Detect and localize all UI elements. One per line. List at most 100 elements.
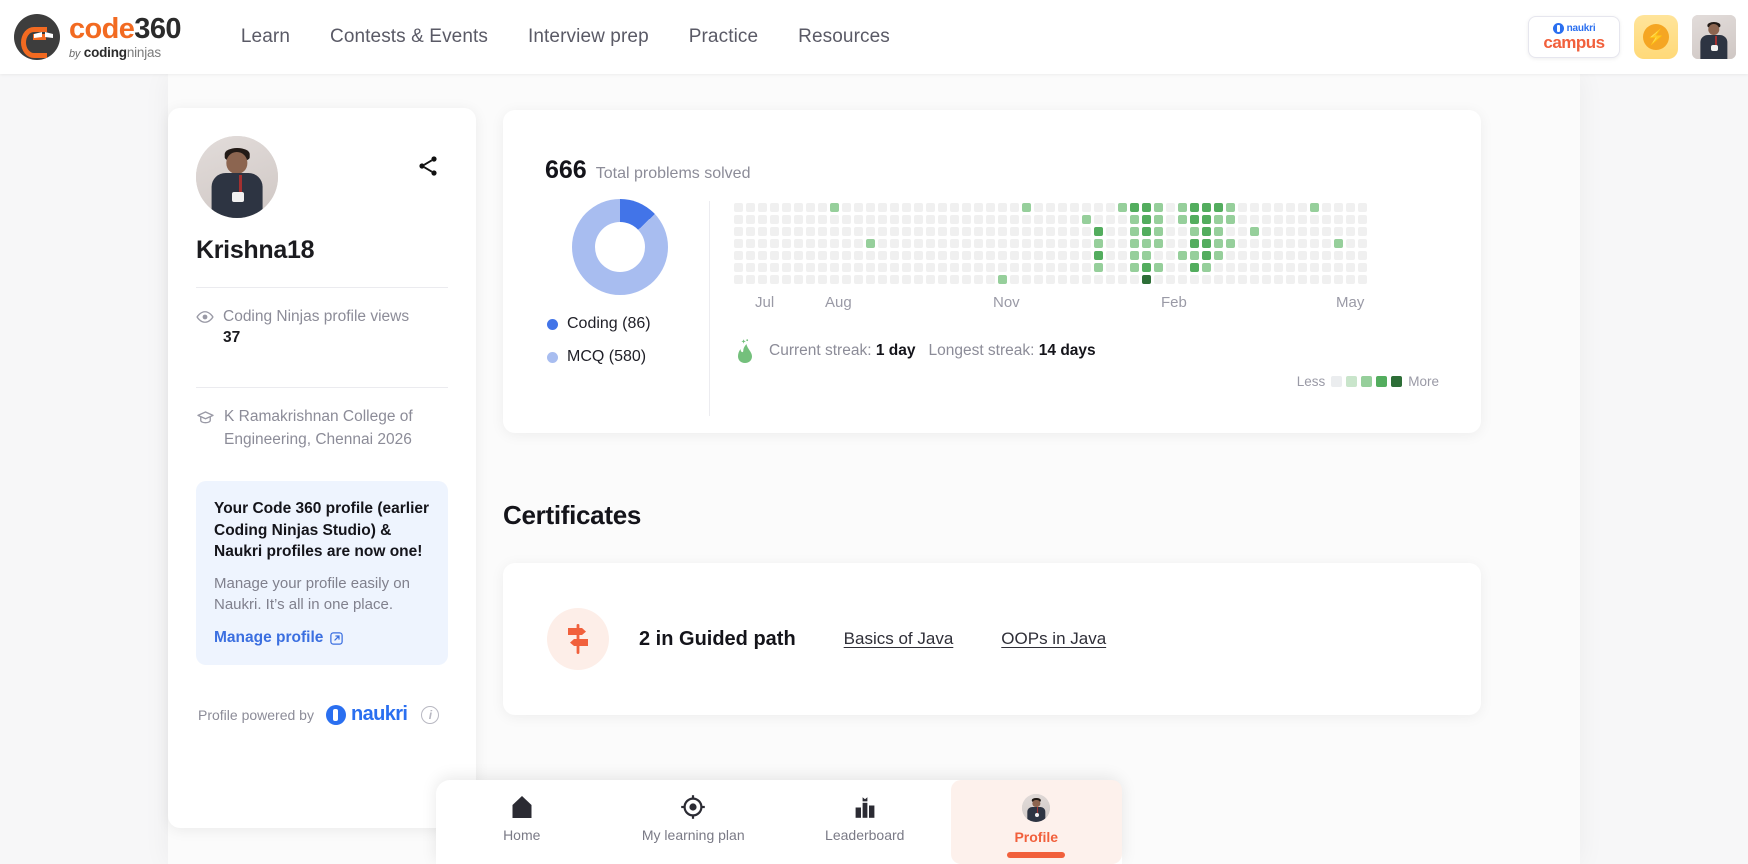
heatmap-cell[interactable] <box>1070 251 1079 260</box>
heatmap-cell[interactable] <box>1334 275 1343 284</box>
heatmap-cell[interactable] <box>1214 215 1223 224</box>
heatmap-cell[interactable] <box>1070 215 1079 224</box>
heatmap-cell[interactable] <box>1334 239 1343 248</box>
heatmap-cell[interactable] <box>1034 215 1043 224</box>
heatmap-cell[interactable] <box>1046 251 1055 260</box>
heatmap-cell[interactable] <box>1094 239 1103 248</box>
heatmap-cell[interactable] <box>1046 203 1055 212</box>
heatmap-cell[interactable] <box>914 227 923 236</box>
heatmap-cell[interactable] <box>926 263 935 272</box>
heatmap-cell[interactable] <box>830 203 839 212</box>
heatmap-cell[interactable] <box>890 239 899 248</box>
heatmap-cell[interactable] <box>986 263 995 272</box>
heatmap-cell[interactable] <box>1286 203 1295 212</box>
heatmap-cell[interactable] <box>1250 275 1259 284</box>
heatmap-cell[interactable] <box>1310 263 1319 272</box>
heatmap-cell[interactable] <box>974 215 983 224</box>
heatmap-cell[interactable] <box>1058 275 1067 284</box>
heatmap-cell[interactable] <box>1166 251 1175 260</box>
heatmap-cell[interactable] <box>1274 275 1283 284</box>
heatmap-cell[interactable] <box>1154 215 1163 224</box>
heatmap-cell[interactable] <box>878 239 887 248</box>
heatmap-cell[interactable] <box>1202 227 1211 236</box>
heatmap-cell[interactable] <box>878 263 887 272</box>
heatmap-cell[interactable] <box>1106 227 1115 236</box>
heatmap-cell[interactable] <box>962 203 971 212</box>
heatmap-cell[interactable] <box>1190 239 1199 248</box>
heatmap-cell[interactable] <box>1142 215 1151 224</box>
heatmap-cell[interactable] <box>770 215 779 224</box>
heatmap-cell[interactable] <box>1238 227 1247 236</box>
heatmap-cell[interactable] <box>1142 227 1151 236</box>
heatmap-cell[interactable] <box>1202 263 1211 272</box>
heatmap-cell[interactable] <box>830 275 839 284</box>
heatmap-cell[interactable] <box>914 251 923 260</box>
heatmap-cell[interactable] <box>1274 251 1283 260</box>
heatmap-cell[interactable] <box>1358 215 1367 224</box>
heatmap-cell[interactable] <box>1334 215 1343 224</box>
heatmap-cell[interactable] <box>1190 215 1199 224</box>
heatmap-cell[interactable] <box>746 275 755 284</box>
heatmap-cell[interactable] <box>1022 203 1031 212</box>
heatmap-cell[interactable] <box>1226 263 1235 272</box>
heatmap-cell[interactable] <box>1334 263 1343 272</box>
heatmap-cell[interactable] <box>1118 263 1127 272</box>
heatmap-cell[interactable] <box>1238 239 1247 248</box>
heatmap-cell[interactable] <box>1262 227 1271 236</box>
heatmap-cell[interactable] <box>1178 251 1187 260</box>
heatmap-cell[interactable] <box>1310 227 1319 236</box>
heatmap-cell[interactable] <box>950 239 959 248</box>
heatmap-cell[interactable] <box>1202 239 1211 248</box>
heatmap-cell[interactable] <box>1094 251 1103 260</box>
heatmap-cell[interactable] <box>806 275 815 284</box>
heatmap-cell[interactable] <box>1274 263 1283 272</box>
heatmap-cell[interactable] <box>1250 251 1259 260</box>
heatmap-cell[interactable] <box>986 215 995 224</box>
heatmap-cell[interactable] <box>806 239 815 248</box>
heatmap-cell[interactable] <box>998 239 1007 248</box>
heatmap-cell[interactable] <box>794 263 803 272</box>
heatmap-cell[interactable] <box>1262 203 1271 212</box>
heatmap-cell[interactable] <box>1214 239 1223 248</box>
bottom-nav-item-my-learning-plan[interactable]: My learning plan <box>608 780 780 864</box>
heatmap-cell[interactable] <box>1130 263 1139 272</box>
heatmap-cell[interactable] <box>902 275 911 284</box>
heatmap-cell[interactable] <box>1190 203 1199 212</box>
heatmap-cell[interactable] <box>746 251 755 260</box>
heatmap-cell[interactable] <box>950 251 959 260</box>
heatmap-cell[interactable] <box>1082 251 1091 260</box>
heatmap-cell[interactable] <box>1358 275 1367 284</box>
profile-avatar[interactable] <box>196 136 278 218</box>
heatmap-cell[interactable] <box>866 275 875 284</box>
heatmap-cell[interactable] <box>1142 263 1151 272</box>
heatmap-cell[interactable] <box>1118 215 1127 224</box>
bottom-nav-item-leaderboard[interactable]: Leaderboard <box>779 780 951 864</box>
heatmap-cell[interactable] <box>1118 251 1127 260</box>
heatmap-cell[interactable] <box>1178 215 1187 224</box>
info-icon[interactable]: i <box>421 705 440 724</box>
heatmap-cell[interactable] <box>782 215 791 224</box>
nav-link-interview-prep[interactable]: Interview prep <box>528 26 649 48</box>
heatmap-cell[interactable] <box>1022 263 1031 272</box>
heatmap-cell[interactable] <box>1118 227 1127 236</box>
heatmap-cell[interactable] <box>1310 275 1319 284</box>
heatmap-cell[interactable] <box>1262 215 1271 224</box>
heatmap-cell[interactable] <box>998 227 1007 236</box>
heatmap-cell[interactable] <box>1142 203 1151 212</box>
heatmap-cell[interactable] <box>1334 203 1343 212</box>
heatmap-cell[interactable] <box>1298 203 1307 212</box>
heatmap-cell[interactable] <box>1346 203 1355 212</box>
heatmap-cell[interactable] <box>794 239 803 248</box>
heatmap-cell[interactable] <box>938 251 947 260</box>
heatmap-cell[interactable] <box>1226 275 1235 284</box>
heatmap-cell[interactable] <box>1322 275 1331 284</box>
heatmap-cell[interactable] <box>1214 227 1223 236</box>
heatmap-cell[interactable] <box>1046 227 1055 236</box>
heatmap-cell[interactable] <box>782 239 791 248</box>
heatmap-cell[interactable] <box>758 275 767 284</box>
heatmap-cell[interactable] <box>866 215 875 224</box>
heatmap-cell[interactable] <box>1346 215 1355 224</box>
heatmap-cell[interactable] <box>770 251 779 260</box>
heatmap-cell[interactable] <box>890 215 899 224</box>
heatmap-cell[interactable] <box>806 251 815 260</box>
